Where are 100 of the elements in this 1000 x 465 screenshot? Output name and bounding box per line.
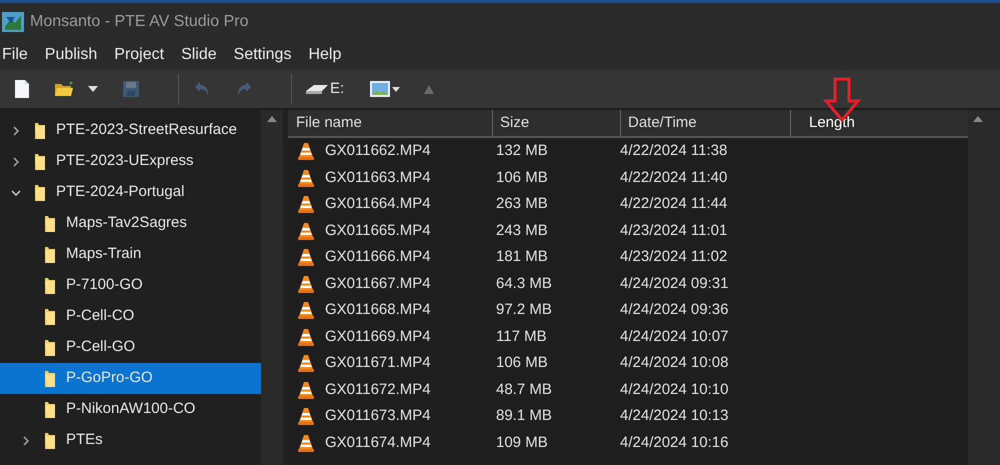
open-folder-icon[interactable] (54, 81, 74, 97)
file-name: GX011671.MP4 (325, 353, 431, 373)
table-cell-text: 106 MB (496, 168, 548, 188)
traffic-cone-icon (298, 274, 314, 293)
file-name: GX011673.MP4 (325, 406, 431, 426)
tree-item[interactable]: Maps-Tav2Sagres (0, 208, 261, 239)
caret-icon[interactable] (88, 86, 98, 92)
column-header[interactable]: File name (289, 112, 362, 134)
file-name: GX011667.MP4 (325, 274, 431, 294)
tree-item[interactable]: PTE-2023-StreetResurface (0, 115, 261, 146)
image-icon[interactable] (370, 81, 390, 97)
traffic-cone-icon (298, 328, 314, 346)
column-header[interactable]: Length (791, 112, 855, 134)
table-cell-text: 106 MB (496, 353, 548, 373)
file-name: GX011668.MP4 (325, 300, 431, 320)
folder-name: PTE-2023-UExpress (56, 151, 194, 172)
table-cell-text: 4/23/2024 11:01 (620, 220, 728, 240)
tree-item[interactable]: Maps-Train (0, 239, 261, 270)
tree-item[interactable]: PTEs (0, 425, 261, 456)
file-name: GX011669.MP4 (325, 326, 431, 346)
window-title: Monsanto - PTE AV Studio Pro (30, 12, 248, 32)
folder-name: P-NikonAW100-CO (66, 399, 196, 420)
table-cell-text: 4/24/2024 09:31 (620, 274, 728, 294)
drive-icon (306, 84, 328, 94)
table-cell-text: 97.2 MB (496, 300, 552, 320)
traffic-cone-icon (298, 380, 314, 399)
traffic-cone-icon (298, 354, 314, 372)
folder-icon (44, 338, 56, 356)
column-header[interactable]: Size (493, 112, 530, 134)
menu-item[interactable]: File (2, 43, 28, 67)
file-name: GX011666.MP4 (325, 247, 431, 267)
traffic-cone-icon (298, 142, 314, 160)
table-cell-text: 181 MB (496, 247, 548, 267)
menu-item[interactable]: Settings (234, 43, 292, 67)
folder-icon (44, 308, 56, 326)
menu-item[interactable]: Slide (181, 43, 217, 67)
table-cell-text: 4/22/2024 11:38 (620, 141, 728, 161)
file-name: GX011674.MP4 (325, 432, 431, 452)
traffic-cone-icon (298, 301, 314, 320)
table-cell-text: 263 MB (496, 194, 548, 214)
tree-item[interactable]: P-GoPro-GO (0, 363, 261, 394)
folder-name: PTEs (66, 430, 103, 450)
scroll-up-icon[interactable] (267, 116, 277, 122)
table-cell-text: 48.7 MB (496, 380, 552, 400)
table-cell-text: 109 MB (496, 432, 548, 452)
scrollbar[interactable] (261, 110, 283, 465)
tree-item[interactable]: PTE-2024-Portugal (0, 177, 261, 208)
column-header[interactable]: Date/Time (621, 112, 697, 134)
traffic-cone-icon (298, 407, 314, 426)
table-cell-text: 4/22/2024 11:40 (620, 168, 728, 188)
app-logo-icon (2, 12, 24, 32)
folder-name: P-7100-GO (66, 275, 143, 296)
table-cell-text: 4/24/2024 09:36 (620, 300, 728, 320)
folder-icon (44, 432, 56, 450)
file-name: GX011664.MP4 (325, 194, 431, 214)
table-cell-text: 4/24/2024 10:07 (620, 326, 728, 346)
folder-name: P-GoPro-GO (66, 368, 153, 388)
traffic-cone-icon (298, 434, 314, 452)
table-cell-text: 64.3 MB (496, 274, 552, 294)
folder-icon (44, 400, 56, 418)
folder-icon (34, 122, 46, 140)
file-name: GX011672.MP4 (325, 380, 431, 400)
folder-name: Maps-Tav2Sagres (66, 213, 187, 234)
menu-item[interactable]: Help (308, 43, 342, 67)
tree-item[interactable]: P-Cell-CO (0, 301, 261, 332)
traffic-cone-icon (298, 195, 314, 214)
tree-item[interactable]: P-Cell-GO (0, 332, 261, 363)
tree-item[interactable]: P-NikonAW100-CO (0, 394, 261, 425)
folder-icon (44, 214, 56, 232)
table-cell-text: 132 MB (496, 141, 548, 161)
traffic-cone-icon (298, 248, 314, 266)
new-document-icon[interactable] (14, 79, 30, 99)
folder-icon (44, 276, 56, 294)
folder-icon (44, 370, 56, 388)
table-cell-text: 4/24/2024 10:13 (620, 406, 728, 426)
tree-item[interactable]: PTE-2023-UExpress (0, 146, 261, 177)
table-cell-text: 4/24/2024 10:08 (620, 353, 728, 373)
table-cell-text: 4/23/2024 11:02 (620, 247, 728, 267)
folder-icon (34, 152, 46, 170)
folder-name: P-Cell-CO (66, 306, 134, 326)
file-name: GX011663.MP4 (325, 168, 431, 188)
table-cell-text: 117 MB (496, 326, 547, 346)
caret-icon[interactable] (392, 86, 400, 92)
tree-item[interactable]: P-7100-GO (0, 270, 261, 301)
folder-name: PTE-2023-StreetResurface (56, 120, 237, 140)
drive-button[interactable]: E: (306, 78, 344, 100)
folder-name: P-Cell-GO (66, 337, 136, 358)
file-name: GX011662.MP4 (325, 141, 431, 161)
menu-item[interactable]: Publish (44, 43, 98, 67)
table-cell-text: 4/24/2024 10:10 (620, 380, 728, 400)
folder-name: PTE-2024-Portugal (56, 182, 184, 202)
folder-name: Maps-Train (66, 244, 142, 264)
table-cell-text: 243 MB (496, 220, 548, 240)
menu-item[interactable]: Project (114, 43, 164, 67)
table-cell-text: 89.1 MB (496, 406, 552, 426)
scroll-up-icon[interactable] (973, 116, 983, 122)
traffic-cone-icon (298, 168, 314, 187)
folder-icon (44, 246, 56, 264)
traffic-cone-icon (298, 222, 314, 240)
table-cell-text: 4/22/2024 11:44 (620, 194, 728, 214)
